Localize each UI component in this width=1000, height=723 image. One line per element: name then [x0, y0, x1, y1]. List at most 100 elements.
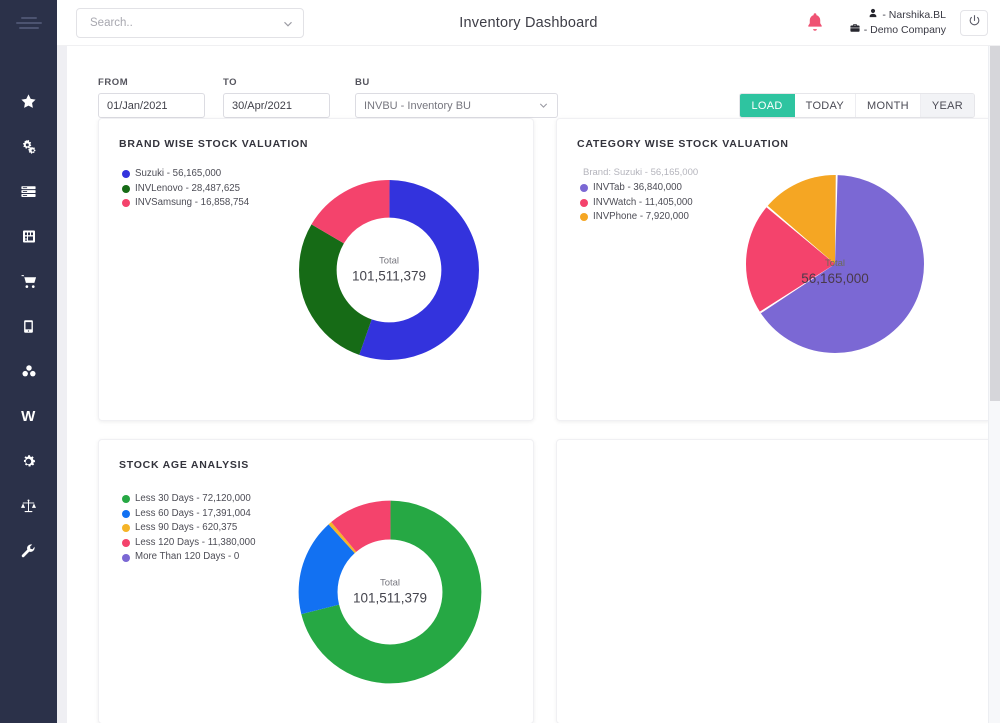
legend-label: INVLenovo - 28,487,625 — [135, 182, 241, 194]
range-button-group: LOAD TODAY MONTH YEAR — [739, 93, 975, 118]
user-name-row: - Narshika.BL — [850, 8, 946, 23]
power-icon — [968, 14, 981, 32]
user-icon — [868, 8, 878, 23]
hamburger-bar — [20, 17, 37, 19]
main-area: Inventory Dashboard - Narshika.BL — [57, 0, 1000, 723]
legend-label: INVPhone - 7,920,000 — [593, 211, 689, 223]
legend-color-swatch — [580, 198, 588, 207]
company-row: - Demo Company — [850, 23, 946, 38]
card-stock-age-analysis: STOCK AGE ANALYSIS Less 30 Days - 72,120… — [98, 439, 534, 723]
vertical-scrollbar[interactable] — [988, 46, 1000, 723]
chevron-down-icon[interactable] — [282, 17, 294, 29]
sidebar-item-w[interactable]: W — [0, 400, 57, 432]
from-date-value: 01/Jan/2021 — [107, 99, 168, 112]
user-name: - Narshika.BL — [882, 8, 946, 21]
sidebar-item-masters[interactable] — [0, 175, 57, 207]
donut-chart-stock-age[interactable]: Total 101,511,379 — [295, 497, 485, 687]
legend-color-swatch — [122, 509, 130, 518]
sidebar-item-reports[interactable] — [0, 490, 57, 522]
legend-label: INVSamsung - 16,858,754 — [135, 197, 250, 209]
legend-color-swatch — [122, 184, 130, 193]
from-date-input[interactable]: 01/Jan/2021 — [98, 93, 205, 118]
card-title: CATEGORY WISE STOCK VALUATION — [577, 138, 789, 150]
month-button[interactable]: MONTH — [856, 94, 921, 117]
donut-svg — [299, 180, 479, 360]
star-icon — [20, 93, 37, 110]
slice-invsamsung[interactable] — [299, 180, 479, 360]
load-button[interactable]: LOAD — [740, 94, 795, 117]
legend-color-swatch — [122, 170, 130, 179]
to-label: TO — [223, 77, 238, 88]
dashboard-grid: BRAND WISE STOCK VALUATION Suzuki - 56,1… — [67, 118, 1000, 723]
sidebar-item-settings[interactable] — [0, 445, 57, 477]
w-icon: W — [21, 407, 36, 425]
card-title: STOCK AGE ANALYSIS — [119, 459, 249, 471]
power-button[interactable] — [960, 9, 988, 36]
sidebar-item-stock[interactable] — [0, 355, 57, 387]
pie-svg — [746, 175, 924, 353]
content-area: FROM 01/Jan/2021 TO 30/Apr/2021 BU INVBU… — [57, 46, 1000, 723]
pie-chart-category[interactable]: Total 56,165,000 — [746, 175, 924, 353]
gear-icon — [20, 453, 37, 470]
legend-color-swatch — [580, 184, 588, 193]
sidebar-item-purchase[interactable] — [0, 265, 57, 297]
sidebar-item-configuration[interactable] — [0, 130, 57, 162]
legend-color-swatch — [122, 553, 130, 562]
sidebar-item-tools[interactable] — [0, 535, 57, 567]
bu-label: BU — [355, 77, 370, 88]
sidebar-menu: W — [0, 75, 57, 567]
legend-label: INVWatch - 11,405,000 — [593, 196, 693, 208]
book-icon — [21, 228, 37, 245]
legend-color-swatch — [122, 495, 130, 504]
bu-select[interactable]: INVBU - Inventory BU — [355, 93, 558, 118]
search-box[interactable] — [76, 7, 304, 38]
legend-label: INVTab - 36,840,000 — [593, 182, 682, 193]
to-field: TO 30/Apr/2021 — [223, 77, 330, 118]
legend-color-swatch — [122, 199, 130, 208]
cubes-icon — [20, 363, 38, 379]
to-date-input[interactable]: 30/Apr/2021 — [223, 93, 330, 118]
legend-label: Less 60 Days - 17,391,004 — [135, 507, 251, 519]
user-info[interactable]: - Narshika.BL - Demo Company — [850, 8, 946, 38]
legend-label: More Than 120 Days - 0 — [135, 551, 240, 563]
donut-chart-brand[interactable]: Total 101,511,379 — [295, 176, 483, 364]
bell-icon[interactable] — [804, 11, 826, 35]
topbar: Inventory Dashboard - Narshika.BL — [57, 0, 1000, 46]
chevron-down-icon — [538, 100, 549, 111]
sidebar-item-favourites[interactable] — [0, 85, 57, 117]
hamburger-icon[interactable] — [0, 0, 57, 46]
slice-divider — [746, 175, 924, 353]
from-field: FROM 01/Jan/2021 — [98, 77, 205, 118]
legend-label: Less 30 Days - 72,120,000 — [135, 493, 251, 504]
hamburger-bar — [15, 22, 42, 24]
sidebar-item-ledger[interactable] — [0, 220, 57, 252]
cart-icon — [20, 273, 38, 290]
legend-label: Suzuki - 56,165,000 — [135, 168, 222, 179]
search-input[interactable] — [90, 16, 282, 29]
topbar-right: - Narshika.BL - Demo Company — [804, 8, 988, 38]
balance-scale-icon — [19, 498, 38, 515]
card-brand-wise-stock-valuation: BRAND WISE STOCK VALUATION Suzuki - 56,1… — [98, 118, 534, 421]
legend-color-swatch — [580, 213, 588, 222]
hamburger-bar — [18, 27, 39, 29]
to-date-value: 30/Apr/2021 — [232, 99, 292, 112]
legend-color-swatch — [122, 524, 130, 533]
company-name: - Demo Company — [863, 23, 946, 36]
donut-svg — [298, 500, 482, 684]
tablet-icon — [21, 318, 36, 335]
card-empty-placeholder — [556, 439, 992, 723]
sidebar-item-inventory[interactable] — [0, 310, 57, 342]
cogs-icon — [20, 138, 38, 155]
year-button[interactable]: YEAR — [920, 94, 974, 117]
legend-color-swatch — [122, 539, 130, 548]
today-button[interactable]: TODAY — [794, 94, 857, 117]
briefcase-icon — [850, 23, 860, 38]
card-title: BRAND WISE STOCK VALUATION — [119, 138, 309, 150]
left-gutter — [57, 46, 67, 723]
card-category-wise-stock-valuation: CATEGORY WISE STOCK VALUATION Brand: Suz… — [556, 118, 992, 421]
slice-less-120-days[interactable] — [298, 500, 482, 684]
filter-bar: FROM 01/Jan/2021 TO 30/Apr/2021 BU INVBU… — [67, 46, 1000, 118]
scrollbar-thumb[interactable] — [990, 46, 1000, 401]
server-icon — [20, 183, 37, 200]
scroll-content: FROM 01/Jan/2021 TO 30/Apr/2021 BU INVBU… — [67, 46, 1000, 723]
